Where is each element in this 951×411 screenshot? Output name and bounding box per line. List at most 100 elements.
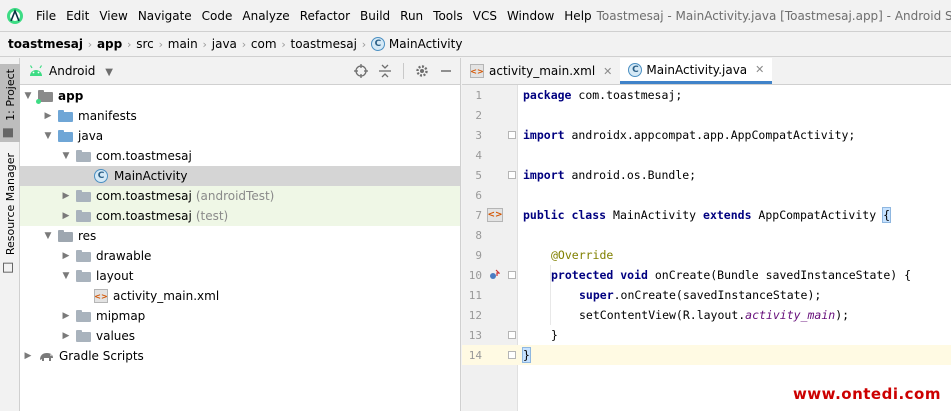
collapse-all-icon[interactable] <box>375 61 395 81</box>
collapsed-arrow-icon: ▶ <box>62 211 70 221</box>
menu-refactor[interactable]: Refactor <box>295 9 355 23</box>
tab-mainactivity-java[interactable]: C MainActivity.java ✕ <box>620 58 773 84</box>
menu-vcs[interactable]: VCS <box>468 9 502 23</box>
expanded-arrow-icon: ▼ <box>62 151 70 161</box>
tree-item-layout[interactable]: ▼ layout <box>20 266 460 286</box>
tree-item-app[interactable]: ▼ app <box>20 86 460 106</box>
breadcrumb-com[interactable]: com <box>251 37 277 51</box>
breadcrumb-module[interactable]: app <box>97 37 122 51</box>
expanded-arrow-icon: ▼ <box>62 271 70 281</box>
fold-marker-icon[interactable] <box>508 131 516 139</box>
menu-analyze[interactable]: Analyze <box>237 9 294 23</box>
tree-label: java <box>78 129 104 143</box>
breadcrumb-main[interactable]: main <box>168 37 198 51</box>
code-area[interactable]: 1 package com.toastmesaj; 2 3 import and… <box>462 85 951 411</box>
tree-item-drawable[interactable]: ▶ drawable <box>20 246 460 266</box>
gradle-elephant-icon <box>38 350 54 362</box>
tree-item-android-test[interactable]: ▶ com.toastmesaj (androidTest) <box>20 186 460 206</box>
tree-item-unit-test[interactable]: ▶ com.toastmesaj (test) <box>20 206 460 226</box>
breadcrumb-class[interactable]: C MainActivity <box>370 37 463 51</box>
resource-tab-text: Resource Manager <box>4 153 17 256</box>
tree-item-values[interactable]: ▶ values <box>20 326 460 346</box>
chevron-right-icon: › <box>127 37 132 51</box>
project-panel-header: Android ▼ <box>20 58 460 85</box>
code-line: 5 import android.os.Bundle; <box>462 165 951 185</box>
tree-item-activity-main-xml[interactable]: <> activity_main.xml <box>20 286 460 306</box>
breadcrumb-class-label: MainActivity <box>388 37 463 51</box>
tree-item-gradle-scripts[interactable]: ▶ Gradle Scripts <box>20 346 460 366</box>
chevron-right-icon: › <box>281 37 286 51</box>
chevron-right-icon: › <box>158 37 163 51</box>
menu-build[interactable]: Build <box>355 9 395 23</box>
menu-window[interactable]: Window <box>502 9 559 23</box>
menu-bar: File Edit View Navigate Code Analyze Ref… <box>0 0 951 31</box>
tree-label: mipmap <box>96 309 146 323</box>
menu-file[interactable]: File <box>31 9 61 23</box>
line-number: 6 <box>475 188 482 202</box>
resource-manager-tab[interactable]: Resource Manager <box>0 153 20 273</box>
tab-activity-main-xml[interactable]: <> activity_main.xml ✕ <box>462 58 620 84</box>
tree-item-mipmap[interactable]: ▶ mipmap <box>20 306 460 326</box>
tree-item-java[interactable]: ▼ java <box>20 126 460 146</box>
expanded-arrow-icon: ▼ <box>44 131 52 141</box>
project-tool-tab[interactable]: 1: Project <box>0 64 20 142</box>
tree-item-res[interactable]: ▼ res <box>20 226 460 246</box>
menu-run[interactable]: Run <box>395 9 428 23</box>
breadcrumb-package[interactable]: toastmesaj <box>291 37 357 51</box>
locate-target-icon[interactable] <box>351 61 371 81</box>
tree-label: com.toastmesaj <box>96 189 192 203</box>
menu-view[interactable]: View <box>94 9 132 23</box>
menu-edit[interactable]: Edit <box>61 9 94 23</box>
package-icon <box>76 210 91 222</box>
line-number: 10 <box>468 268 482 282</box>
expanded-arrow-icon: ▼ <box>24 91 32 101</box>
close-icon[interactable]: ✕ <box>603 65 612 78</box>
code-line: 6 <box>462 185 951 205</box>
menu-code[interactable]: Code <box>197 9 238 23</box>
code-line: 3 import androidx.appcompat.app.AppCompa… <box>462 125 951 145</box>
menu-tools[interactable]: Tools <box>428 9 468 23</box>
gear-icon[interactable] <box>412 61 432 81</box>
code-text: protected void onCreate(Bundle savedInst… <box>551 268 912 282</box>
line-number: 13 <box>468 328 482 342</box>
tree-label: manifests <box>78 109 137 123</box>
folder-icon <box>76 330 91 342</box>
resource-manager-label: Resource Manager <box>3 153 17 273</box>
fold-marker-icon[interactable] <box>508 171 516 179</box>
menu-help[interactable]: Help <box>559 9 596 23</box>
project-tab-text: 1: Project <box>4 68 17 121</box>
code-text: super.onCreate(savedInstanceState); <box>579 288 822 302</box>
breadcrumb-src[interactable]: src <box>136 37 154 51</box>
line-number: 12 <box>468 308 482 322</box>
layout-link-icon[interactable]: <> <box>487 208 503 222</box>
fold-marker-icon[interactable] <box>508 271 516 279</box>
line-number: 4 <box>475 148 482 162</box>
line-number: 11 <box>468 288 482 302</box>
chevron-right-icon: › <box>87 37 93 51</box>
tree-label: values <box>96 329 136 343</box>
collapsed-arrow-icon: ▶ <box>62 251 70 261</box>
breadcrumb-project[interactable]: toastmesaj <box>8 37 83 51</box>
tool-window-strip: 1: Project Resource Manager <box>0 58 20 411</box>
menu-navigate[interactable]: Navigate <box>133 9 197 23</box>
breadcrumb-java[interactable]: java <box>212 37 237 51</box>
tree-label: Gradle Scripts <box>59 349 144 363</box>
project-view-select[interactable]: Android ▼ <box>49 64 113 78</box>
close-icon[interactable]: ✕ <box>755 63 764 76</box>
minimize-icon[interactable] <box>436 61 456 81</box>
tree-item-manifests[interactable]: ▶ manifests <box>20 106 460 126</box>
fold-marker-icon[interactable] <box>508 351 516 359</box>
override-marker-icon[interactable] <box>486 268 502 282</box>
class-icon: C <box>628 62 643 77</box>
watermark: www.ontedi.com <box>792 385 941 403</box>
package-icon <box>76 190 91 202</box>
package-icon <box>76 150 91 162</box>
code-line: 10 protected void onCreate(Bundle savedI… <box>462 265 951 285</box>
line-number: 5 <box>475 168 482 182</box>
fold-marker-icon[interactable] <box>508 331 516 339</box>
tree-label: activity_main.xml <box>113 289 220 303</box>
collapsed-arrow-icon: ▶ <box>62 331 70 341</box>
tree-item-mainactivity[interactable]: C MainActivity <box>20 166 460 186</box>
tree-item-package[interactable]: ▼ com.toastmesaj <box>20 146 460 166</box>
class-icon: C <box>370 37 385 51</box>
